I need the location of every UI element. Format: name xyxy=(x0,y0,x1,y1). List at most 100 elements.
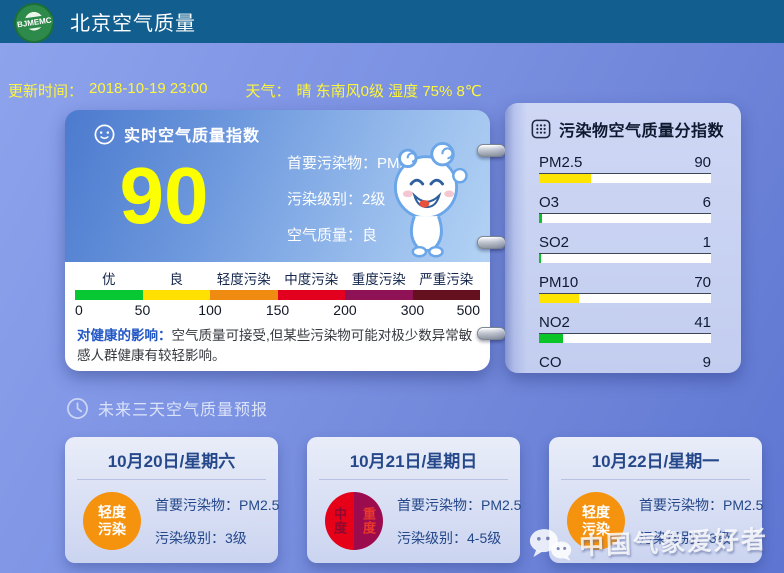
forecast-primary-label: 首要污染物： xyxy=(155,497,239,513)
smiley-face-icon xyxy=(93,123,116,146)
realtime-aqi-header-area: 实时空气质量指数 90 首要污染物：PM2.5 污染级别：2级 空气质量：良 xyxy=(65,110,490,262)
clock-icon xyxy=(66,397,89,420)
forecast-level-value: 4-5级 xyxy=(467,530,501,546)
pollutant-bar xyxy=(539,334,711,343)
scale-label: 严重污染 xyxy=(413,268,481,288)
scale-tick: 150 xyxy=(266,302,289,318)
status-line: 更新时间： 2018-10-19 23:00 天气： 晴 东南风0级 湿度 75… xyxy=(8,80,482,101)
scale-segment xyxy=(345,290,413,300)
pollutant-bar-fill xyxy=(539,294,579,303)
forecast-primary-label: 首要污染物： xyxy=(639,497,723,513)
cloud-mascot-illustration xyxy=(376,136,476,265)
badge-text: 轻度 xyxy=(582,504,610,521)
pollutant-bar xyxy=(539,294,711,303)
pollutant-value: 9 xyxy=(703,354,711,371)
badge-text: 污染 xyxy=(98,521,126,538)
badge-right-half: 重度 xyxy=(354,492,383,550)
pollutant-name: PM2.5 xyxy=(539,154,582,171)
forecast-primary-value: PM2.5 xyxy=(239,497,279,513)
pollutant-value: 6 xyxy=(703,194,711,211)
aqi-color-scale-bar xyxy=(75,290,480,300)
pollution-level-badge-split: 中度 重度 xyxy=(325,492,383,550)
pollutant-rows: PM2.5 90 O3 6 SO2 1 PM1070 NO2 41 CO 9 xyxy=(505,141,741,373)
pollutant-row-pm25: PM2.5 90 xyxy=(539,154,711,183)
health-impact-label: 对健康的影响： xyxy=(77,328,172,343)
scale-label: 重度污染 xyxy=(345,268,413,288)
binder-ring-icon xyxy=(477,327,506,340)
forecast-level-value: 3级 xyxy=(225,530,247,546)
forecast-primary-value: PM2.5 xyxy=(723,497,763,513)
forecast-title: 未来三天空气质量预报 xyxy=(98,396,268,420)
pollutant-row-o3: O3 6 xyxy=(539,194,711,223)
pollutant-value: 90 xyxy=(694,154,711,171)
pollutant-value: 1 xyxy=(703,234,711,251)
aqi-scale-ticks: 0 50 100 150 200 300 500 xyxy=(75,302,480,322)
pollutant-name: NO2 xyxy=(539,314,570,331)
pollutant-bar xyxy=(539,214,711,223)
scale-label: 中度污染 xyxy=(278,268,346,288)
pollutant-bar-fill xyxy=(539,214,542,223)
pollutant-value: 41 xyxy=(694,314,711,331)
forecast-section-header: 未来三天空气质量预报 xyxy=(66,396,268,420)
pollutant-bar-fill xyxy=(539,334,563,343)
scale-tick: 300 xyxy=(401,302,424,318)
scale-segment xyxy=(210,290,278,300)
forecast-date: 10月21日/星期日 xyxy=(307,447,520,472)
pollutant-row-so2: SO2 1 xyxy=(539,234,711,263)
watermark-text: 中国气象爱好者 xyxy=(578,520,768,563)
pollutant-panel-title: 污染物空气质量分指数 xyxy=(559,117,724,141)
aqi-value: 90 xyxy=(89,144,239,248)
primary-pollutant-label: 首要污染物： xyxy=(287,155,377,172)
page-title: 北京空气质量 xyxy=(70,7,196,36)
forecast-primary-value: PM2.5 xyxy=(481,497,521,513)
forecast-level-label: 污染级别： xyxy=(397,530,467,546)
update-time-label: 更新时间： xyxy=(8,80,83,101)
aqi-scale-labels: 优 良 轻度污染 中度污染 重度污染 严重污染 xyxy=(75,268,480,288)
pollutant-value: 70 xyxy=(694,274,711,291)
scale-label: 轻度污染 xyxy=(210,268,278,288)
health-advice-text: 对健康的影响：空气质量可接受,但某些污染物可能对极少数异常敏感人群健康有较轻影响… xyxy=(75,326,480,371)
pollutant-row-no2: NO2 41 xyxy=(539,314,711,343)
pollution-level-label: 污染级别： xyxy=(287,191,362,208)
scale-tick: 100 xyxy=(198,302,221,318)
scale-tick: 500 xyxy=(457,302,480,318)
scale-tick: 0 xyxy=(75,302,83,318)
scale-segment xyxy=(413,290,481,300)
air-quality-value: 良 xyxy=(362,227,377,244)
realtime-aqi-panel: 实时空气质量指数 90 首要污染物：PM2.5 污染级别：2级 空气质量：良 xyxy=(65,110,490,371)
pollutant-name: SO2 xyxy=(539,234,569,251)
grid-icon xyxy=(531,119,551,139)
pollutant-bar-fill xyxy=(539,254,541,263)
pollutant-name: O3 xyxy=(539,194,559,211)
badge-text: 轻度 xyxy=(98,504,126,521)
scale-label: 优 xyxy=(75,268,143,288)
pollutant-bar xyxy=(539,254,711,263)
scale-label: 良 xyxy=(143,268,211,288)
binder-ring-icon xyxy=(477,236,506,249)
forecast-level-label: 污染级别： xyxy=(155,530,225,546)
badge-left-half: 中度 xyxy=(325,492,354,550)
pollutant-bar-fill xyxy=(539,174,591,183)
pollution-level-badge: 轻度 污染 xyxy=(83,492,141,550)
weather-label: 天气： xyxy=(245,80,290,101)
realtime-panel-title: 实时空气质量指数 xyxy=(124,122,260,146)
scale-segment xyxy=(278,290,346,300)
forecast-date: 10月20日/星期六 xyxy=(65,447,278,472)
pollutant-row-pm10: PM1070 xyxy=(539,274,711,303)
forecast-primary-label: 首要污染物： xyxy=(397,497,481,513)
weather-value: 晴 东南风0级 湿度 75% 8℃ xyxy=(296,80,481,101)
pollutant-name: CO xyxy=(539,354,562,371)
scale-tick: 200 xyxy=(333,302,356,318)
logo-text: BJMEMC xyxy=(15,15,53,31)
binder-ring-icon xyxy=(477,144,506,157)
air-quality-dashboard: BJMEMC 北京空气质量 更新时间： 2018-10-19 23:00 天气：… xyxy=(0,0,784,573)
bjmemc-logo-icon: BJMEMC xyxy=(14,3,54,43)
title-bar: BJMEMC 北京空气质量 xyxy=(0,0,784,43)
scale-segment xyxy=(143,290,211,300)
pollutant-bar xyxy=(539,174,711,183)
forecast-card-day1: 10月20日/星期六 轻度 污染 首要污染物：PM2.5 污染级别：3级 xyxy=(65,437,278,563)
forecast-date: 10月22日/星期一 xyxy=(549,447,762,472)
pollutant-row-co: CO 9 xyxy=(539,354,711,373)
pollutant-subindex-panel: 污染物空气质量分指数 PM2.5 90 O3 6 SO2 1 PM1070 NO2 41 xyxy=(505,103,741,373)
aqi-scale-and-health-area: 优 良 轻度污染 中度污染 重度污染 严重污染 0 50 100 150 2 xyxy=(65,262,490,371)
